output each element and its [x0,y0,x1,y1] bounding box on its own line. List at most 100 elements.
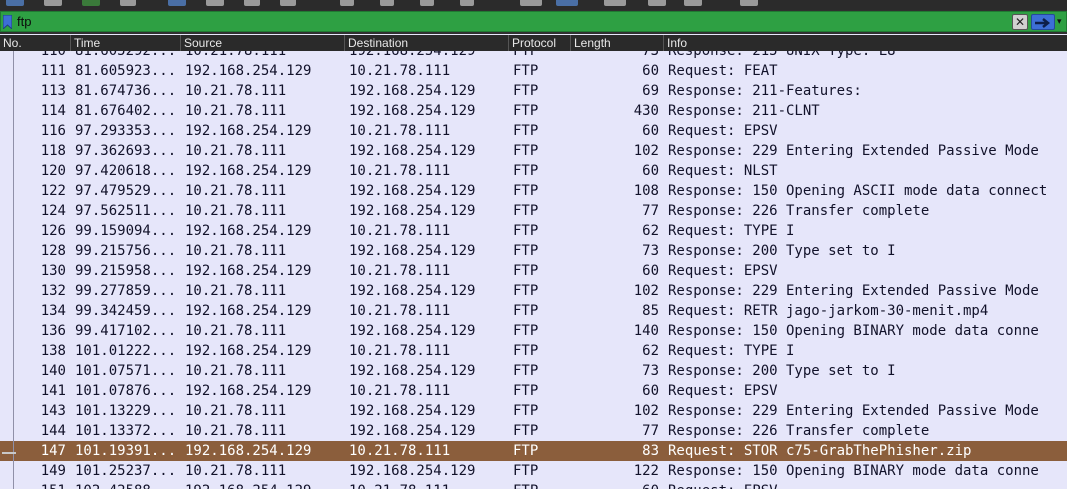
cell-len: 108 [633,183,659,199]
cell-dst: 10.21.78.111 [349,443,451,459]
cell-dst: 10.21.78.111 [349,63,451,79]
resize-columns-icon[interactable] [740,0,758,6]
cell-time: 101.25237... [75,463,177,479]
cell-dst: 192.168.254.129 [349,323,476,339]
column-header-info[interactable]: Info [663,35,1067,51]
find-packet-icon[interactable] [340,0,354,6]
cell-no: 144 [40,423,66,439]
table-row[interactable]: 122 97.479529... 10.21.78.111 192.168.254.1… [0,181,1067,201]
cell-proto: FTP [513,63,539,79]
conversation-line [13,51,14,489]
stop-capture-icon[interactable] [44,0,62,6]
table-row-selected[interactable]: 147 101.19391... 192.168.254.129 10.21.78.1… [0,441,1067,461]
cell-info: Response: 200 Type set to I [668,363,896,379]
table-row[interactable]: 130 99.215958... 192.168.254.129 10.21.78.1… [0,261,1067,281]
colorize-icon[interactable] [520,0,542,6]
zoom-in-icon[interactable] [604,0,626,6]
table-row[interactable]: 140 101.07571... 10.21.78.111 192.168.254.1… [0,361,1067,381]
go-back-icon[interactable] [380,0,394,6]
column-header-no[interactable]: No. [0,35,70,51]
clear-filter-icon[interactable]: ✕ [1012,14,1028,30]
cell-len: 85 [642,303,659,319]
cell-src: 192.168.254.129 [185,481,345,489]
restart-capture-icon[interactable] [82,0,100,6]
column-header-time[interactable]: Time [70,35,180,51]
cell-src: 10.21.78.111 [185,103,287,119]
table-row[interactable]: 124 97.562511... 10.21.78.111 192.168.254.1… [0,201,1067,221]
cell-info: Response: 211-Features: [668,83,862,99]
cell-proto: FTP [513,51,539,59]
cell-len: 73 [642,243,659,259]
column-header-destination[interactable]: Destination [344,35,508,51]
cell-time: 99.215958... [75,263,177,279]
filter-history-dropdown-icon[interactable]: ▾ [1057,16,1067,28]
go-forward-icon[interactable] [420,0,434,6]
packet-list[interactable]: 110 81.605292... 10.21.78.111 192.168.254.1… [0,51,1067,489]
cell-info: Response: 226 Transfer complete [668,203,930,219]
cell-no: 151 [18,481,66,489]
go-to-packet-icon[interactable] [460,0,474,6]
table-row[interactable]: 128 99.215756... 10.21.78.111 192.168.254.1… [0,241,1067,261]
table-row[interactable]: 111 81.605923... 192.168.254.129 10.21.78.1… [0,61,1067,81]
cell-info: Request: EPSV [668,481,1067,489]
save-file-icon[interactable] [206,0,224,6]
cell-src: 10.21.78.111 [185,143,287,159]
cell-proto: FTP [513,183,539,199]
autoscroll-icon[interactable] [556,0,578,6]
cell-proto: FTP [513,143,539,159]
column-header-length[interactable]: Length [570,35,663,51]
table-row[interactable]: 144 101.13372... 10.21.78.111 192.168.254.1… [0,421,1067,441]
cell-src: 192.168.254.129 [185,123,312,139]
cell-no: 118 [40,143,66,159]
cell-proto: FTP [513,463,539,479]
start-capture-icon[interactable] [6,0,24,6]
apply-filter-icon[interactable] [1031,14,1055,30]
cell-dst: 192.168.254.129 [349,103,476,119]
cell-no: 114 [40,103,66,119]
zoom-out-icon[interactable] [648,0,666,6]
cell-len: 62 [642,343,659,359]
table-row[interactable]: 113 81.674736... 10.21.78.111 192.168.254.1… [0,81,1067,101]
table-row[interactable]: 118 97.362693... 10.21.78.111 192.168.254.1… [0,141,1067,161]
table-row[interactable]: 120 97.420618... 192.168.254.129 10.21.78.1… [0,161,1067,181]
display-filter-input[interactable] [17,12,997,31]
cell-proto: FTP [513,343,539,359]
cell-proto: FTP [513,203,539,219]
open-file-icon[interactable] [168,0,186,6]
cell-src: 10.21.78.111 [185,183,287,199]
table-row[interactable]: 110 81.605292... 10.21.78.111 192.168.254.1… [0,51,1067,61]
cell-src: 10.21.78.111 [185,283,287,299]
cell-proto: FTP [513,243,539,259]
normal-size-icon[interactable] [684,0,702,6]
cell-time: 97.362693... [75,143,177,159]
table-row[interactable]: 138 101.01222... 192.168.254.129 10.21.78.1… [0,341,1067,361]
cell-src: 10.21.78.111 [185,323,287,339]
reload-icon[interactable] [280,0,296,6]
table-row[interactable]: 114 81.676402... 10.21.78.111 192.168.254.1… [0,101,1067,121]
cell-src: 192.168.254.129 [185,443,312,459]
cell-info: Request: NLST [668,163,778,179]
display-filter-box: ✕ ▾ [0,11,1067,32]
cell-no: 149 [40,463,66,479]
options-icon[interactable] [120,0,136,6]
cell-len: 102 [633,403,659,419]
table-row[interactable]: 141 101.07876... 192.168.254.129 10.21.78.1… [0,381,1067,401]
table-row[interactable]: 132 99.277859... 10.21.78.111 192.168.254.1… [0,281,1067,301]
table-row[interactable]: 136 99.417102... 10.21.78.111 192.168.254.1… [0,321,1067,341]
bookmark-icon[interactable] [3,15,12,29]
close-file-icon[interactable] [244,0,260,6]
cell-time: 101.13372... [75,423,177,439]
cell-len: 73 [642,363,659,379]
cell-info: Response: 229 Entering Extended Passive … [668,403,1039,419]
table-row[interactable]: 116 97.293353... 192.168.254.129 10.21.78.1… [0,121,1067,141]
table-row[interactable]: 143 101.13229... 10.21.78.111 192.168.254.1… [0,401,1067,421]
table-row[interactable]: 149 101.25237... 10.21.78.111 192.168.254.1… [0,461,1067,481]
table-row[interactable]: 134 99.342459... 192.168.254.129 10.21.78.1… [0,301,1067,321]
column-header-source[interactable]: Source [180,35,344,51]
cell-time: 81.676402... [75,103,177,119]
table-row[interactable]: 151 102.42588... 192.168.254.129 10.21.78.1… [0,481,1067,489]
column-header-protocol[interactable]: Protocol [508,35,570,51]
cell-dst: 192.168.254.129 [349,203,476,219]
table-row[interactable]: 126 99.159094... 192.168.254.129 10.21.78.1… [0,221,1067,241]
cell-time: 81.605292... [75,51,177,59]
